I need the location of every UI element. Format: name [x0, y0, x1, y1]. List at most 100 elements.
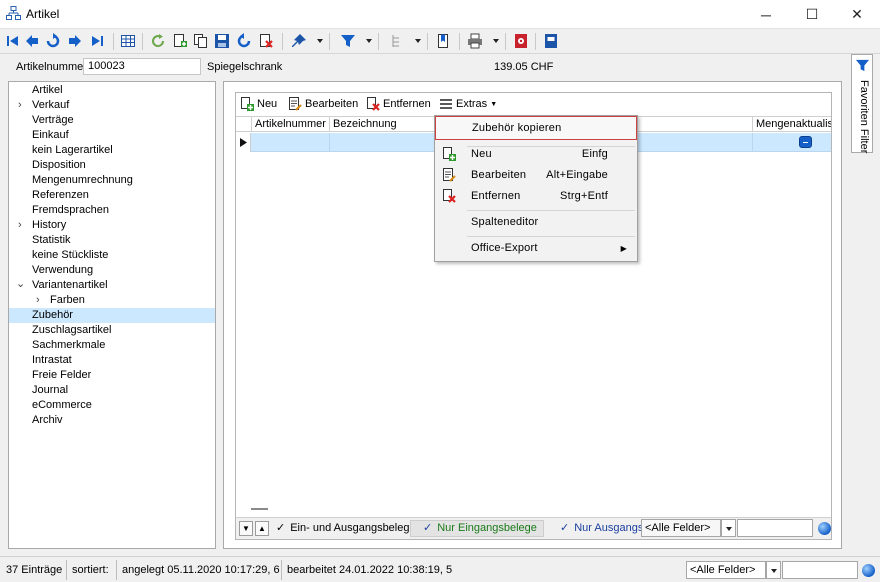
bookmark-icon[interactable]: [435, 33, 451, 49]
pin-icon[interactable]: [291, 33, 307, 49]
grid-new-button[interactable]: Neu: [240, 97, 277, 111]
nav-item-verwendung[interactable]: Verwendung: [9, 263, 215, 278]
nav-item-label: Mengenumrechnung: [32, 174, 133, 186]
nav-item-label: Referenzen: [32, 189, 89, 201]
close-button[interactable]: ✕: [834, 0, 880, 29]
nav-item-label: Intrastat: [32, 354, 72, 366]
nav-item-verkauf[interactable]: › Verkauf: [9, 98, 215, 113]
chevron-down-icon[interactable]: ⌄: [16, 277, 25, 292]
refresh-icon[interactable]: [150, 33, 166, 49]
menu-item-remove[interactable]: Entfernen Strg+Entf: [435, 186, 637, 207]
menu-item-office-export[interactable]: Office-Export ▶: [435, 238, 637, 259]
pin-dropdown[interactable]: [317, 39, 323, 43]
nav-item-farben[interactable]: › Farben: [9, 293, 215, 308]
chevron-right-icon[interactable]: ›: [36, 293, 40, 308]
globe-icon[interactable]: [818, 522, 831, 535]
main-toolbar: [0, 29, 880, 54]
nav-item-vertraege[interactable]: Verträge: [9, 113, 215, 128]
nav-item-referenzen[interactable]: Referenzen: [9, 188, 215, 203]
grid-remove-button[interactable]: Entfernen: [366, 97, 431, 111]
filter-all-belege[interactable]: ✓ Ein- und Ausgangsbelege: [274, 520, 416, 537]
column-header-bezeichnung[interactable]: Bezeichnung: [329, 117, 433, 132]
print-icon[interactable]: [467, 33, 483, 49]
nav-item-statistik[interactable]: Statistik: [9, 233, 215, 248]
nav-item-variantenartikel[interactable]: ⌄ Variantenartikel: [9, 278, 215, 293]
grid-extras-button[interactable]: Extras ▼: [439, 97, 497, 111]
nav-item-artikel[interactable]: Artikel: [9, 83, 215, 98]
delete-icon[interactable]: [258, 33, 274, 49]
column-header-artikelnummer[interactable]: Artikelnummer: [251, 117, 329, 132]
article-name: Spiegelschrank: [207, 61, 283, 73]
menu-item-label: Zubehör kopieren: [472, 122, 562, 134]
article-price: 139.05 CHF: [494, 61, 554, 73]
title-bar: Artikel ─ ☐ ✕: [0, 0, 880, 29]
scroll-up-button[interactable]: ▲: [255, 521, 269, 536]
nav-item-einkauf[interactable]: Einkauf: [9, 128, 215, 143]
save-icon[interactable]: [214, 33, 230, 49]
last-record-icon[interactable]: [89, 33, 105, 49]
table-icon[interactable]: [120, 33, 136, 49]
nav-item-journal[interactable]: Journal: [9, 383, 215, 398]
nav-item-disposition[interactable]: Disposition: [9, 158, 215, 173]
chevron-right-icon[interactable]: ›: [18, 98, 22, 113]
nav-item-kein-lagerartikel[interactable]: kein Lagerartikel: [9, 143, 215, 158]
report-icon[interactable]: [513, 33, 529, 49]
grid-edit-label: Bearbeiten: [305, 98, 359, 110]
status-field-dropdown[interactable]: [766, 561, 781, 579]
minimize-button[interactable]: ─: [743, 0, 789, 29]
grid-field-select[interactable]: <Alle Felder>: [641, 519, 721, 537]
maximize-button[interactable]: ☐: [789, 0, 835, 29]
check-icon: ✓: [560, 522, 570, 534]
nav-item-label: Verwendung: [32, 264, 94, 276]
filter-icon: [855, 59, 870, 72]
nav-item-mengenumrechnung[interactable]: Mengenumrechnung: [9, 173, 215, 188]
nav-item-label: Statistik: [32, 234, 71, 246]
next-record-icon[interactable]: [67, 33, 83, 49]
nav-item-label: Variantenartikel: [32, 279, 108, 291]
menu-item-edit[interactable]: Bearbeiten Alt+Eingabe: [435, 165, 637, 186]
print-dropdown[interactable]: [493, 39, 499, 43]
nav-item-sachmerkmale[interactable]: Sachmerkmale: [9, 338, 215, 353]
first-record-icon[interactable]: [5, 33, 21, 49]
nav-item-archiv[interactable]: Archiv: [9, 413, 215, 428]
filter-icon[interactable]: [340, 33, 356, 49]
nav-item-label: keine Stückliste: [32, 249, 109, 261]
copy-icon[interactable]: [193, 33, 209, 49]
status-field-select[interactable]: <Alle Felder>: [686, 561, 766, 579]
prev-record-icon[interactable]: [24, 33, 40, 49]
menu-item-column-editor[interactable]: Spalteneditor: [435, 212, 637, 233]
redo-icon[interactable]: [236, 33, 252, 49]
tree-dropdown[interactable]: [415, 39, 421, 43]
menu-item-shortcut: Einfg: [581, 148, 608, 160]
undo-icon[interactable]: [45, 33, 61, 49]
tree-icon[interactable]: [389, 33, 405, 49]
menu-item-new[interactable]: Neu Einfg: [435, 144, 637, 165]
nav-item-keine-stueckliste[interactable]: keine Stückliste: [9, 248, 215, 263]
menu-item-copy-accessories[interactable]: Zubehör kopieren: [435, 116, 637, 140]
edit-icon: [289, 97, 302, 111]
chevron-right-icon[interactable]: ›: [18, 218, 22, 233]
nav-item-zuschlagsartikel[interactable]: Zuschlagsartikel: [9, 323, 215, 338]
nav-item-zubehoer[interactable]: Zubehör: [9, 308, 215, 323]
column-header-mengenaktualisierung[interactable]: Mengenaktualisie: [752, 117, 831, 132]
notebook-icon[interactable]: [543, 33, 559, 49]
nav-item-history[interactable]: › History: [9, 218, 215, 233]
filter-outgoing-belege[interactable]: ✓ Nur Ausgangs: [550, 520, 641, 537]
new-icon[interactable]: [172, 33, 188, 49]
globe-icon[interactable]: [862, 564, 875, 577]
grid-field-dropdown[interactable]: [721, 519, 736, 537]
nav-item-label: Journal: [32, 384, 69, 396]
nav-item-label: Sachmerkmale: [32, 339, 106, 351]
article-number-field[interactable]: 100023: [83, 58, 201, 75]
grid-search-input[interactable]: [737, 519, 813, 537]
checkbox-indeterminate[interactable]: [799, 136, 812, 148]
scroll-down-button[interactable]: ▼: [239, 521, 253, 536]
nav-item-ecommerce[interactable]: eCommerce: [9, 398, 215, 413]
nav-item-freie-felder[interactable]: Freie Felder: [9, 368, 215, 383]
grid-edit-button[interactable]: Bearbeiten: [288, 97, 358, 111]
nav-item-fremdsprachen[interactable]: Fremdsprachen: [9, 203, 215, 218]
status-search-input[interactable]: [782, 561, 858, 579]
filter-dropdown[interactable]: [366, 39, 372, 43]
nav-item-intrastat[interactable]: Intrastat: [9, 353, 215, 368]
filter-incoming-belege[interactable]: ✓ Nur Eingangsbelege: [410, 520, 544, 537]
